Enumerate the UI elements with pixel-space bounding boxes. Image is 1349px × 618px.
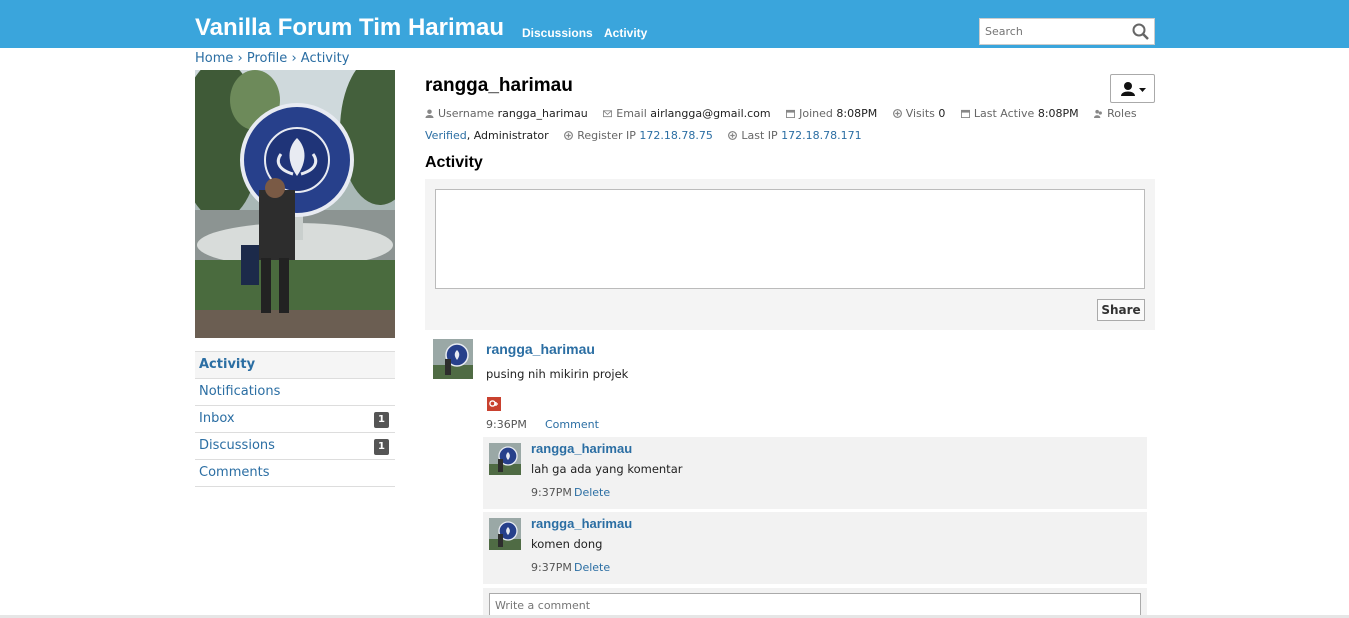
profile-meta-row2: Verified, Administrator Register IP 172.… <box>425 129 862 142</box>
breadcrumb-separator: › <box>237 51 243 66</box>
email-value: airlangga@gmail.com <box>650 107 771 120</box>
nav-activity[interactable]: Activity <box>604 26 647 40</box>
menu-label: Comments <box>199 465 270 480</box>
menu-inbox[interactable]: Inbox 1 <box>195 406 395 433</box>
breadcrumb-home[interactable]: Home <box>195 51 233 66</box>
visits-value: 0 <box>938 107 946 120</box>
breadcrumb: Home › Profile › Activity <box>195 51 349 66</box>
profile-options-button[interactable] <box>1110 74 1155 103</box>
comment-link[interactable]: Comment <box>545 418 599 431</box>
register-ip-link[interactable]: 172.18.78.75 <box>639 129 712 142</box>
comment-text: lah ga ada yang komentar <box>531 462 683 476</box>
comment-author-link[interactable]: rangga_harimau <box>531 441 632 456</box>
search-icon[interactable] <box>1131 22 1151 42</box>
roles-label: Roles <box>1107 107 1137 120</box>
plus-circle-icon <box>892 109 902 118</box>
delete-comment-link[interactable]: Delete <box>574 561 610 574</box>
write-comment-input[interactable] <box>489 593 1141 617</box>
calendar-icon <box>960 109 970 118</box>
post-author-link[interactable]: rangga_harimau <box>486 341 595 357</box>
menu-label: Inbox <box>199 411 235 426</box>
comment-item: rangga_harimau lah ga ada yang komentar … <box>483 437 1147 509</box>
comment-item: rangga_harimau komen dong 9:37PM Delete <box>483 512 1147 584</box>
status-update-box: Share <box>425 179 1155 330</box>
status-textarea[interactable] <box>435 189 1145 289</box>
comment-text: komen dong <box>531 537 603 551</box>
search-input[interactable] <box>980 19 1130 44</box>
last-ip-label: Last IP <box>741 129 778 142</box>
activity-heading: Activity <box>425 154 483 171</box>
role-verified-link[interactable]: Verified <box>425 129 467 142</box>
comment-timestamp: 9:37PM <box>531 486 572 499</box>
nav-discussions[interactable]: Discussions <box>522 26 593 40</box>
menu-label: Discussions <box>199 438 275 453</box>
avatar[interactable] <box>489 518 521 550</box>
email-label: Email <box>616 107 647 120</box>
username-value: rangga_harimau <box>497 107 588 120</box>
profile-photo <box>195 70 395 338</box>
users-icon <box>1094 109 1103 118</box>
menu-label: Activity <box>199 357 256 372</box>
discussions-count-badge: 1 <box>374 439 389 455</box>
plus-circle-icon <box>564 131 574 140</box>
role-separator: , <box>466 129 471 142</box>
avatar[interactable] <box>489 443 521 475</box>
joined-value: 8:08PM <box>836 107 878 120</box>
visits-label: Visits <box>905 107 935 120</box>
last-active-value: 8:08PM <box>1037 107 1079 120</box>
breadcrumb-activity[interactable]: Activity <box>301 51 350 66</box>
breadcrumb-separator: › <box>291 51 297 66</box>
joined-label: Joined <box>799 107 833 120</box>
search-box <box>979 18 1155 45</box>
plus-circle-icon <box>728 131 738 140</box>
share-button[interactable]: Share <box>1097 299 1145 321</box>
post-timestamp: 9:36PM <box>486 418 527 431</box>
top-header: Vanilla Forum Tim Harimau Discussions Ac… <box>0 0 1349 48</box>
user-icon <box>1121 82 1146 96</box>
username-label: Username <box>438 107 495 120</box>
google-plus-icon[interactable] <box>487 397 501 411</box>
profile-menu: Activity Notifications Inbox 1 Discussion… <box>195 351 395 487</box>
menu-label: Notifications <box>199 384 281 399</box>
inbox-count-badge: 1 <box>374 412 389 428</box>
envelope-icon <box>603 110 613 118</box>
menu-comments[interactable]: Comments <box>195 460 395 487</box>
profile-name: rangga_harimau <box>425 75 573 96</box>
menu-discussions[interactable]: Discussions 1 <box>195 433 395 460</box>
menu-activity[interactable]: Activity <box>195 352 395 379</box>
role-administrator: Administrator <box>473 129 549 142</box>
profile-meta-row1: Username rangga_harimau Email airlangga@… <box>425 107 1137 120</box>
last-active-label: Last Active <box>973 107 1035 120</box>
menu-notifications[interactable]: Notifications <box>195 379 395 406</box>
calendar-icon <box>786 109 796 118</box>
delete-comment-link[interactable]: Delete <box>574 486 610 499</box>
register-ip-label: Register IP <box>577 129 636 142</box>
post-text: pusing nih mikirin projek <box>486 367 629 381</box>
comment-author-link[interactable]: rangga_harimau <box>531 516 632 531</box>
user-icon <box>425 109 434 118</box>
comment-timestamp: 9:37PM <box>531 561 572 574</box>
avatar[interactable] <box>433 339 473 379</box>
breadcrumb-profile[interactable]: Profile <box>247 51 287 66</box>
write-comment-box <box>483 588 1147 618</box>
last-ip-link[interactable]: 172.18.78.171 <box>781 129 861 142</box>
site-brand[interactable]: Vanilla Forum Tim Harimau <box>195 14 504 42</box>
